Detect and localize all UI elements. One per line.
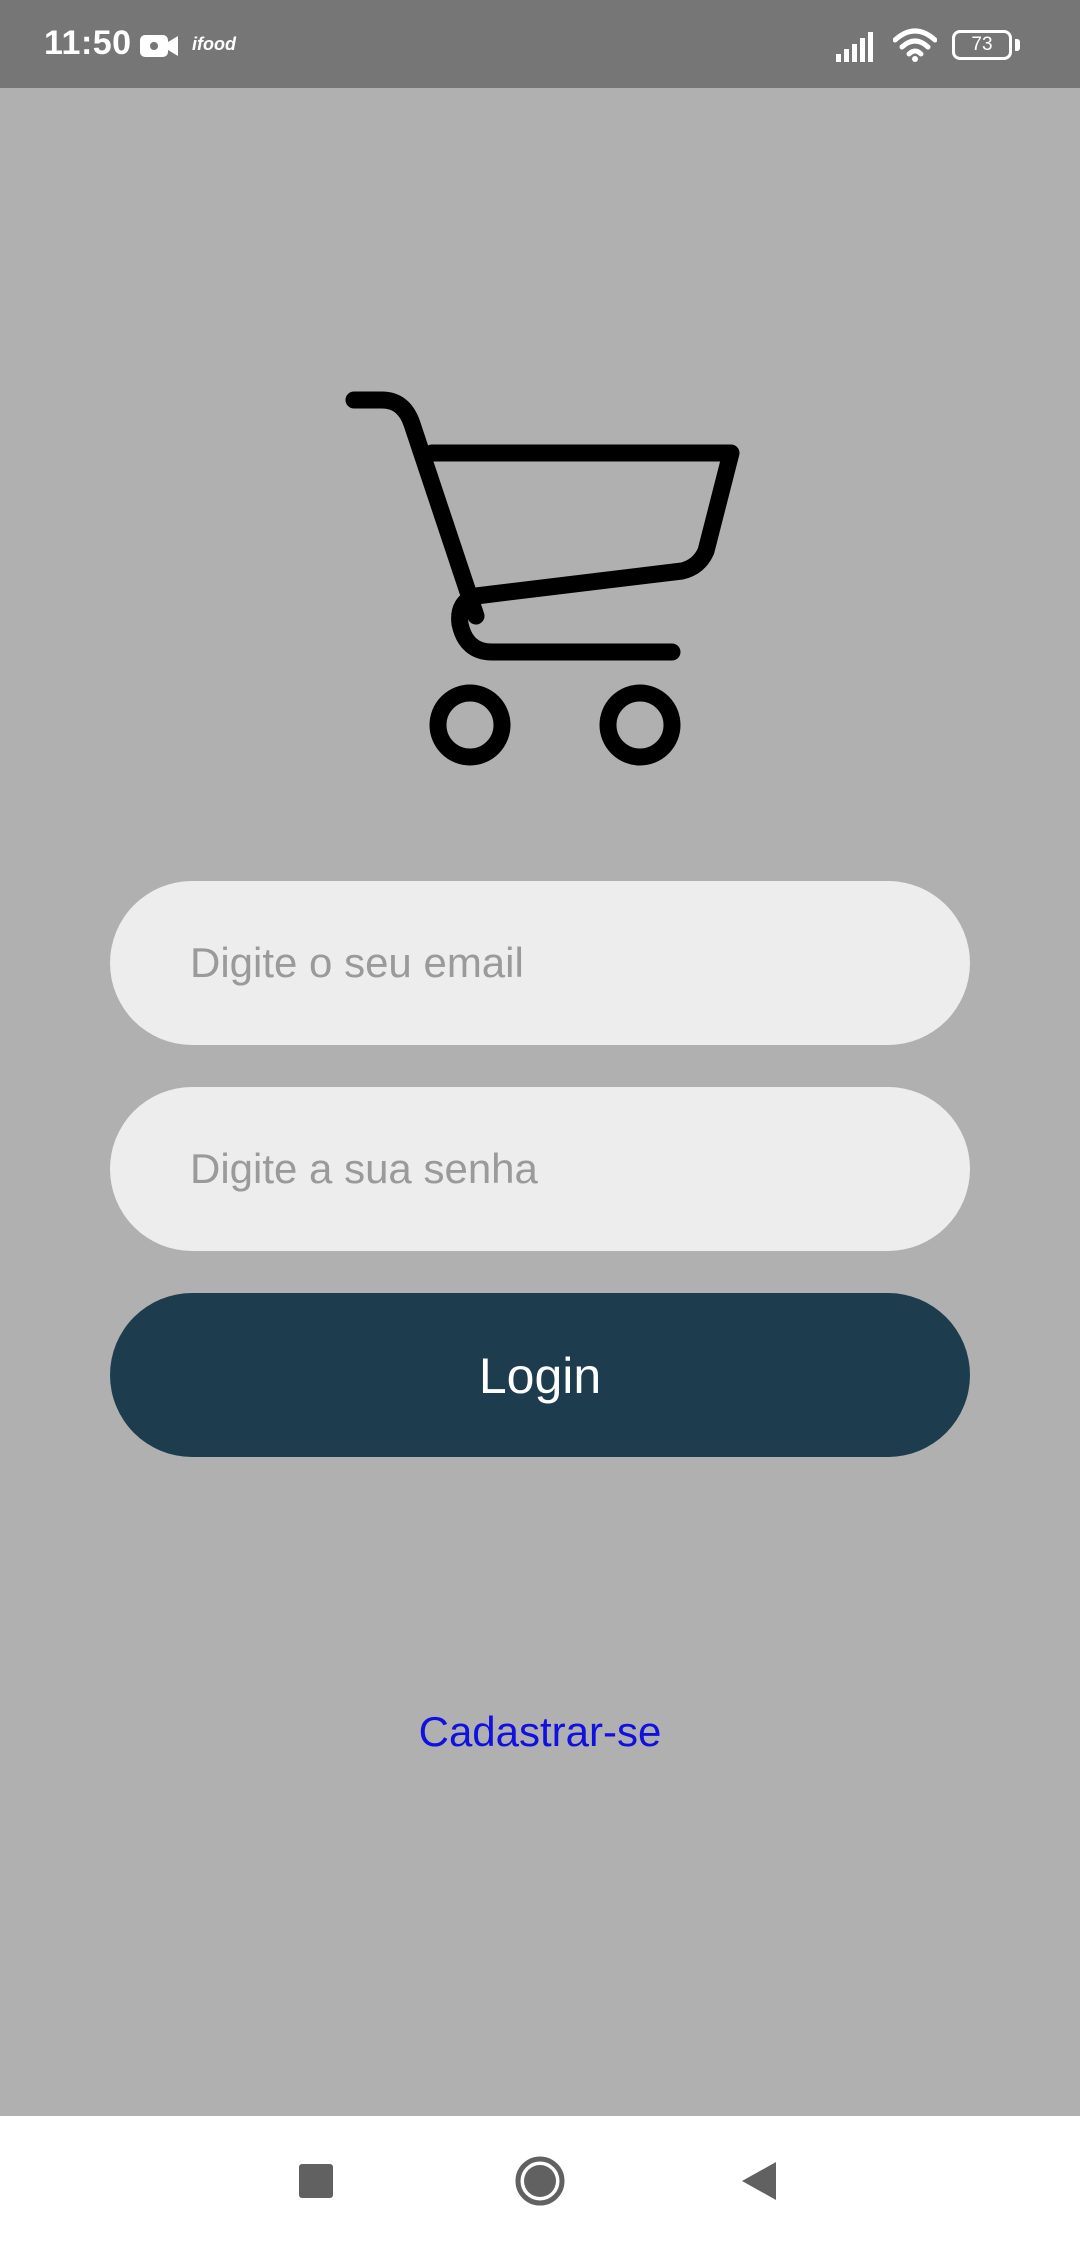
wifi-icon — [893, 28, 937, 62]
video-camera-icon — [140, 35, 178, 57]
recents-square-icon[interactable] — [281, 2146, 351, 2216]
password-input[interactable] — [110, 1087, 970, 1251]
register-link[interactable]: Cadastrar-se — [0, 1708, 1080, 1756]
battery-level: 73 — [952, 30, 1012, 60]
cellular-signal-icon — [836, 32, 873, 62]
battery-tip — [1015, 39, 1020, 51]
battery-icon: 73 — [952, 30, 1022, 64]
login-button[interactable]: Login — [110, 1293, 970, 1457]
ifood-icon: ifood — [192, 34, 236, 54]
back-triangle-icon[interactable] — [725, 2146, 795, 2216]
status-bar: 11:50 ifood 73 — [0, 0, 1080, 88]
navigation-bar — [0, 2116, 1080, 2246]
status-time: 11:50 — [44, 24, 132, 62]
email-input[interactable] — [110, 881, 970, 1045]
shopping-cart-icon — [345, 391, 740, 766]
home-circle-icon[interactable] — [505, 2146, 575, 2216]
